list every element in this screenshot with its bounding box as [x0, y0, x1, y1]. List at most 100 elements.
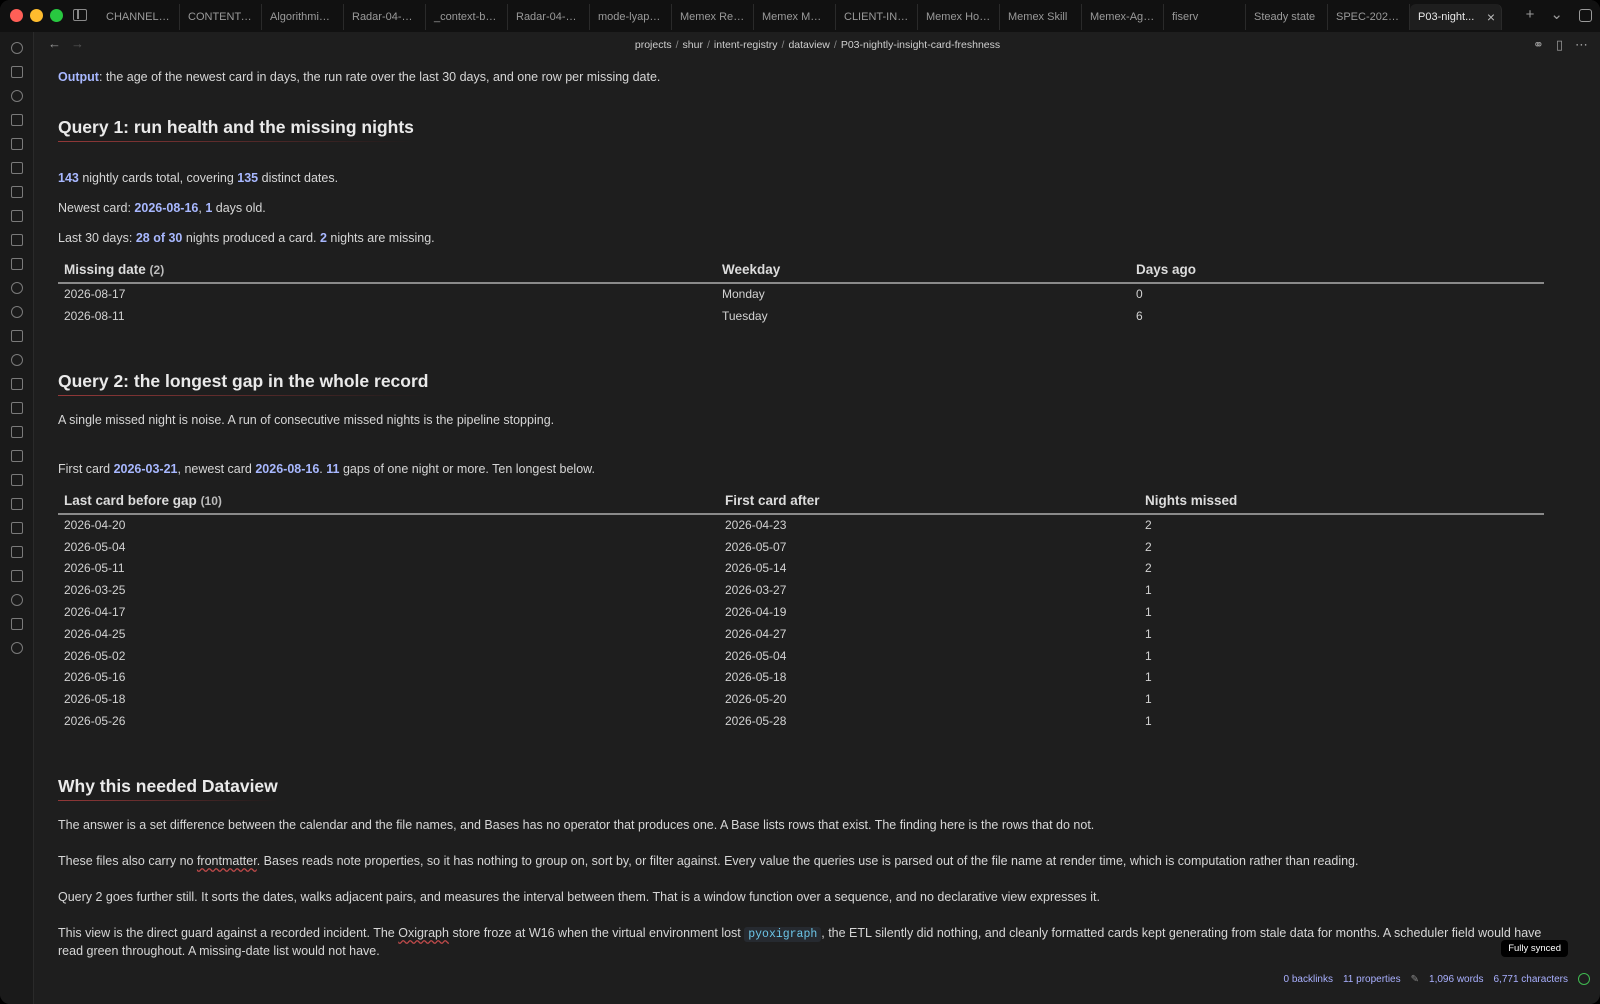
sidebar-toggle-icon[interactable] [73, 9, 87, 21]
more-options-icon[interactable]: ⋯ [1575, 37, 1588, 53]
table-cell: 2026-05-18 [64, 692, 126, 707]
column-header-first-after[interactable]: First card after [719, 489, 1139, 515]
column-header-last-card[interactable]: Last card before gap (10) [58, 489, 719, 515]
image-icon[interactable] [11, 402, 23, 414]
p4-b: store froze at W16 when the virtual envi… [448, 926, 745, 940]
search-icon[interactable] [11, 42, 23, 54]
layout-icon[interactable] [11, 426, 23, 438]
backlinks-count[interactable]: 0 backlinks [1284, 974, 1333, 985]
table-cell: 0 [1136, 287, 1143, 302]
tab[interactable]: CHANNEL-IN... [98, 4, 180, 30]
newest-prefix: Newest card: [58, 201, 135, 215]
bullet-list-icon[interactable] [11, 546, 23, 558]
microphone-icon[interactable] [11, 354, 23, 366]
app-window: CHANNEL-IN... CONTENT-M... Algorithmic D… [0, 0, 1600, 1004]
maximize-window-button[interactable] [50, 9, 63, 22]
table-cell: Monday [722, 287, 765, 302]
column-header-nights-missed[interactable]: Nights missed [1139, 489, 1544, 515]
tab[interactable]: Radar-04-Liv... [344, 4, 426, 30]
calendar-week-icon[interactable] [11, 474, 23, 486]
tab[interactable]: fiserv [1164, 4, 1246, 30]
table-row: 2026-08-17 Monday 0 [58, 283, 1544, 305]
column-header-weekday[interactable]: Weekday [716, 258, 1130, 284]
tab[interactable]: Algorithmic D... [262, 4, 344, 30]
breadcrumb-current[interactable]: P03-nightly-insight-card-freshness [841, 39, 1000, 51]
timer-icon[interactable] [11, 594, 23, 606]
table-cell: 1 [1145, 583, 1152, 598]
column-header-days-ago[interactable]: Days ago [1130, 258, 1544, 284]
column-header-label: Missing date [64, 262, 146, 277]
table-cell: 1 [1145, 605, 1152, 620]
send-icon[interactable] [11, 378, 23, 390]
graph-icon[interactable] [11, 90, 23, 102]
right-sidebar-toggle-icon[interactable] [1579, 8, 1592, 22]
tab[interactable]: mode-lyapunov [590, 4, 672, 30]
tab-list-chevron-icon[interactable]: ⌄ [1550, 6, 1563, 24]
tab[interactable]: Radar-04-Liv... [508, 4, 590, 30]
tab[interactable]: Memex Resp... [672, 4, 754, 30]
tab[interactable]: Memex Manu... [754, 4, 836, 30]
table-row: 2026-05-26 2026-05-28 1 [58, 710, 1544, 732]
breadcrumb-separator: / [833, 39, 837, 51]
table-cell: 2026-04-27 [725, 626, 787, 641]
pencil-icon[interactable]: ✎ [1411, 974, 1419, 985]
tab[interactable]: Memex-Agen... [1082, 4, 1164, 30]
table-cell: 2026-03-27 [725, 583, 787, 598]
table-cell: 2026-05-16 [64, 670, 126, 685]
tab[interactable]: Steady state [1246, 4, 1328, 30]
grid-icon[interactable] [11, 114, 23, 126]
tab[interactable]: _context-brief [426, 4, 508, 30]
breadcrumb-separator: / [675, 39, 679, 51]
checkbox-icon[interactable] [11, 522, 23, 534]
breadcrumb-separator: / [706, 39, 710, 51]
network-icon[interactable] [11, 306, 23, 318]
breadcrumb-item[interactable]: shur [683, 39, 703, 51]
copy-icon[interactable] [11, 162, 23, 174]
close-tab-icon[interactable]: × [1487, 4, 1495, 30]
calendar-day-icon[interactable] [11, 498, 23, 510]
canvas-icon[interactable] [11, 330, 23, 342]
tab[interactable]: Memex Host... [918, 4, 1000, 30]
word-count: 1,096 words [1429, 973, 1484, 985]
history-icon[interactable] [11, 282, 23, 294]
column-header-label: Last card before gap [64, 493, 197, 508]
file-icon[interactable] [11, 66, 23, 78]
tab[interactable]: CONTENT-M... [180, 4, 262, 30]
row-count: (10) [200, 494, 222, 508]
intro-paragraph: Output: the age of the newest card in da… [58, 68, 660, 86]
minimize-window-button[interactable] [30, 9, 43, 22]
query1-heading: Query 1: run health and the missing nigh… [58, 118, 414, 142]
local-graph-icon[interactable]: ⚭ [1533, 37, 1544, 53]
new-tab-icon[interactable]: + [1526, 6, 1535, 24]
column-header-missing-date[interactable]: Missing date (2) [58, 258, 716, 284]
title-bar: CHANNEL-IN... CONTENT-M... Algorithmic D… [0, 0, 1600, 32]
properties-count[interactable]: 11 properties [1343, 974, 1401, 985]
breadcrumb-item[interactable]: projects [635, 39, 672, 51]
sync-status-icon[interactable] [1578, 973, 1590, 985]
tab[interactable]: SPEC-2026-... [1328, 4, 1410, 30]
terminal-icon[interactable] [11, 186, 23, 198]
list-icon[interactable] [11, 210, 23, 222]
chart-icon[interactable] [11, 618, 23, 630]
check-icon[interactable] [11, 642, 23, 654]
close-window-button[interactable] [10, 9, 23, 22]
table-cell: 1 [1145, 626, 1152, 641]
tab-active[interactable]: P03-night... × [1410, 4, 1502, 30]
newest-suffix: days old. [212, 201, 266, 215]
calendar-icon[interactable] [11, 138, 23, 150]
layers-icon[interactable] [11, 450, 23, 462]
console-icon[interactable] [11, 258, 23, 270]
table-row: 2026-08-11 Tuesday 6 [58, 305, 1544, 327]
columns-icon[interactable] [11, 570, 23, 582]
breadcrumb-item[interactable]: intent-registry [714, 39, 778, 51]
last30-prefix: Last 30 days: [58, 231, 136, 245]
tab[interactable]: CLIENT-INTA... [836, 4, 918, 30]
gaps-table: Last card before gap (10) First card aft… [58, 489, 1544, 732]
reading-view-icon[interactable]: ▯ [1556, 37, 1563, 53]
tools-icon[interactable] [11, 234, 23, 246]
breadcrumb-item[interactable]: dataview [788, 39, 829, 51]
table-cell: 2026-05-26 [64, 714, 126, 729]
tab[interactable]: Memex Skill [1000, 4, 1082, 30]
p4-c: , the ETL silently did nothing, and clea… [821, 926, 1542, 940]
status-bar: 0 backlinks 11 properties ✎ 1,096 words … [1273, 968, 1600, 990]
